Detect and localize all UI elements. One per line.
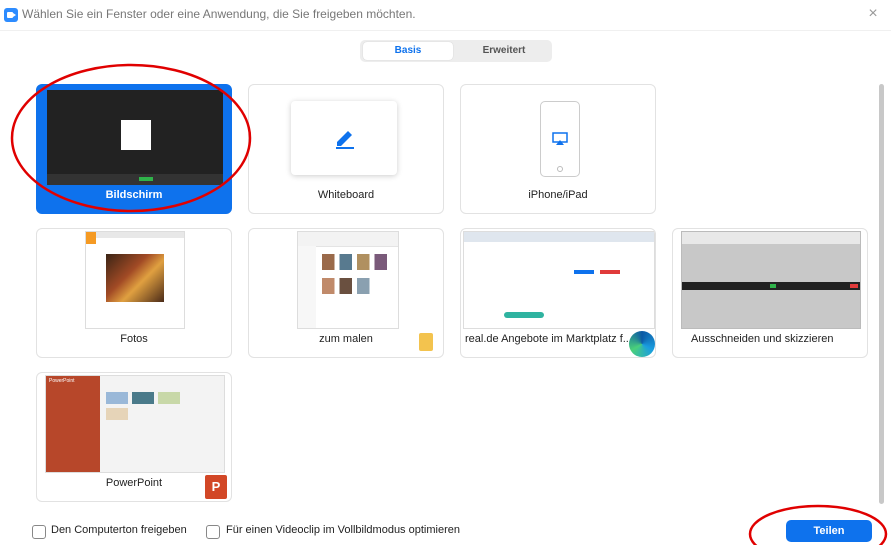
tab-erweitert[interactable]: Erweitert (459, 42, 549, 60)
powerpoint-icon: P (205, 475, 227, 499)
snip-thumbnail (681, 231, 861, 329)
share-tile-powerpoint[interactable]: PowerPoint PowerPoint P (36, 372, 232, 502)
template-thumb (106, 392, 128, 404)
scrollbar[interactable] (879, 84, 884, 504)
powerpoint-sidebar: PowerPoint (46, 376, 100, 472)
explorer-sidebar (298, 246, 316, 328)
browser-tabbar (464, 232, 654, 242)
screen-taskbar-item (139, 177, 153, 181)
computer-audio-checkbox[interactable] (32, 525, 46, 539)
browser-button (600, 270, 620, 274)
share-tile-fotos[interactable]: Fotos (36, 228, 232, 358)
tile-label: real.de Angebote im Marktplatz f... (465, 333, 632, 345)
share-tile-bildschirm[interactable]: Bildschirm (36, 84, 232, 214)
snip-item (850, 284, 858, 288)
share-tile-iphone-ipad[interactable]: iPhone/iPad (460, 84, 656, 214)
tile-label: Ausschneiden und skizzieren (691, 333, 834, 345)
browser-button (574, 270, 594, 274)
home-button (557, 166, 563, 172)
explorer-ribbon (298, 232, 398, 247)
photo-image (106, 254, 164, 302)
share-tile-whiteboard[interactable]: Whiteboard (248, 84, 444, 214)
fotos-toolbar (86, 232, 184, 238)
share-tile-ausschneiden[interactable]: Ausschneiden und skizzieren (672, 228, 868, 358)
phone-outline (540, 101, 580, 177)
tab-basis[interactable]: Basis (363, 42, 453, 60)
powerpoint-thumbnail: PowerPoint (45, 375, 225, 473)
screen-taskbar (47, 174, 223, 185)
fotos-badge (86, 232, 96, 244)
tile-label: Bildschirm (105, 189, 163, 201)
tile-label: Fotos (120, 333, 148, 345)
explorer-thumbs-row-2 (322, 278, 392, 294)
video-optimize-checkbox[interactable] (206, 525, 220, 539)
explorer-thumbnail (297, 231, 399, 329)
share-tile-real-de[interactable]: real.de Angebote im Marktplatz f... (460, 228, 656, 358)
close-icon[interactable]: × (863, 4, 883, 24)
screen-thumbnail (47, 90, 223, 185)
tile-label: PowerPoint (105, 477, 163, 489)
zoom-app-icon (4, 8, 18, 22)
computer-audio-label: Den Computerton freigeben (51, 524, 187, 536)
stop-square-icon (121, 120, 151, 150)
pencil-icon (336, 131, 354, 149)
template-thumb (132, 392, 154, 404)
snip-item (770, 284, 776, 288)
browser-banner (504, 312, 544, 318)
template-thumb (158, 392, 180, 404)
explorer-thumbs-row-1 (322, 254, 392, 270)
snip-toolbar (682, 232, 860, 244)
powerpoint-thumb-title: PowerPoint (49, 378, 75, 384)
template-thumb (106, 408, 128, 420)
whiteboard-card (291, 101, 397, 175)
tile-label: Whiteboard (317, 189, 375, 201)
fotos-thumbnail (85, 231, 185, 329)
tile-label: iPhone/iPad (528, 189, 588, 201)
browser-thumbnail (463, 231, 655, 329)
folder-icon (419, 333, 433, 351)
video-optimize-label: Für einen Videoclip im Vollbildmodus opt… (226, 524, 460, 536)
airplay-icon (552, 132, 568, 145)
edge-icon (629, 331, 655, 357)
tile-label: zum malen (319, 333, 373, 345)
share-button[interactable]: Teilen (786, 520, 872, 542)
share-tile-zum-malen[interactable]: zum malen (248, 228, 444, 358)
tab-bar: Basis Erweitert (360, 40, 552, 62)
window-title: Wählen Sie ein Fenster oder eine Anwendu… (22, 7, 416, 21)
